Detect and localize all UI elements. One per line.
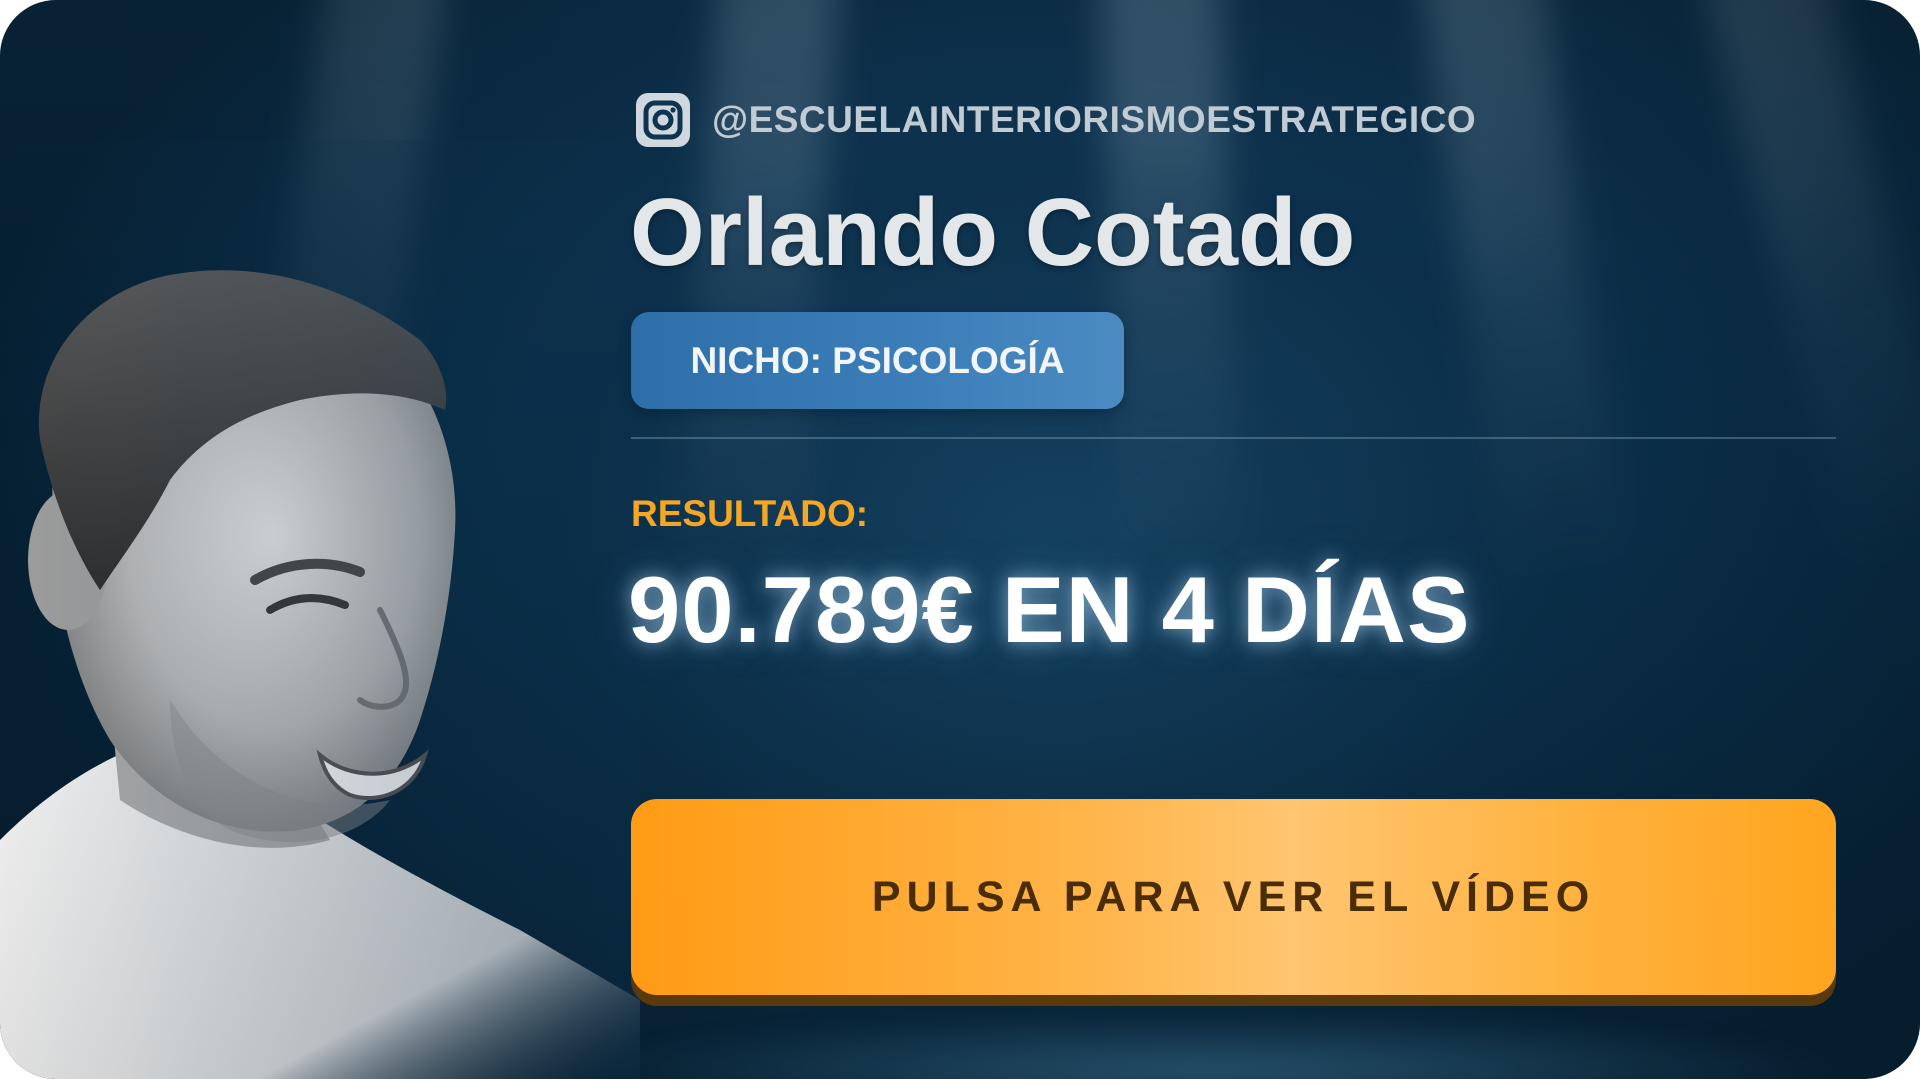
instagram-handle-row: @ESCUELAINTERIORISMOESTRATEGICO [636, 92, 1476, 148]
testimonial-card: @ESCUELAINTERIORISMOESTRATEGICO Orlando … [0, 0, 1920, 1079]
result-label: RESULTADO: [631, 493, 869, 534]
watch-video-button[interactable]: PULSA PARA VER EL VÍDEO [631, 799, 1836, 995]
niche-badge: NICHO: PSICOLOGÍA [631, 312, 1124, 409]
instagram-icon [636, 93, 690, 147]
person-name: Orlando Cotado [630, 179, 1356, 286]
instagram-handle[interactable]: @ESCUELAINTERIORISMOESTRATEGICO [712, 99, 1476, 141]
bottom-glow [560, 1010, 1860, 1079]
spotlight-beam [1420, 0, 1626, 583]
spotlight-beam [1100, 0, 1242, 582]
portrait-photo [0, 140, 640, 1079]
watch-video-button-label: PULSA PARA VER EL VÍDEO [871, 872, 1596, 921]
result-value: 90.789€ EN 4 DÍAS [628, 557, 1471, 662]
spotlight-beam [1701, 0, 1920, 577]
divider [631, 437, 1836, 439]
niche-label: NICHO: PSICOLOGÍA [690, 339, 1065, 381]
